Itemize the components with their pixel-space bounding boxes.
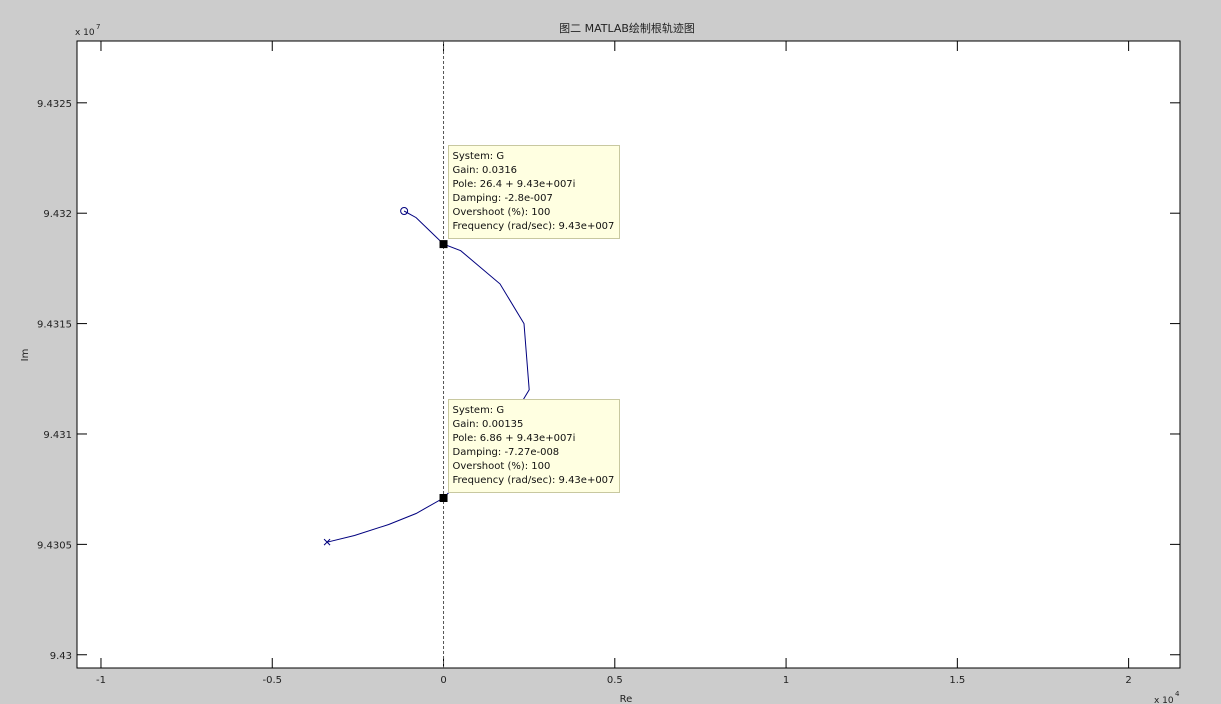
- x-tick-label: 0: [440, 675, 446, 686]
- datatip-line: System: G: [452, 151, 505, 163]
- datatip-line: Gain: 0.00135: [452, 419, 524, 430]
- datatip-marker[interactable]: [439, 240, 448, 249]
- x-tick-label: 0.5: [607, 675, 623, 686]
- datatip-line: System: G: [452, 405, 505, 416]
- x-axis-exponent: 4: [1175, 690, 1180, 698]
- datatip-line: Damping: -2.8e-007: [452, 193, 553, 205]
- datatip-line: Pole: 6.86 + 9.43e+007i: [452, 433, 576, 444]
- root-locus-figure: -1 -0.5 0 0.5 1 1.5 2 9.43 9.4305 9.431 9.4315 9.4…: [20, 21, 1181, 704]
- datatip-line: Damping: -7.27e-008: [452, 447, 560, 458]
- y-tick-label: 9.4315: [37, 320, 72, 331]
- plot-area: [76, 40, 1181, 669]
- datatip-marker[interactable]: [439, 494, 448, 503]
- datatip-line: Frequency (rad/sec): 9.43e+007: [452, 221, 615, 233]
- y-tick-label: 9.431: [43, 430, 72, 441]
- datatip-box[interactable]: System: G Gain: 0.0316 Pole: 26.4 + 9.43e+…: [447, 145, 621, 240]
- y-axis-multiplier: x 10: [75, 28, 95, 38]
- y-tick-label: 9.43: [50, 651, 72, 662]
- x-tick-label: -1: [96, 675, 106, 686]
- datatip-line: Overshoot (%): 100: [452, 461, 551, 472]
- x-tick-label: 2: [1125, 675, 1131, 686]
- datatip-line: Gain: 0.0316: [452, 165, 518, 177]
- x-tick-label: 1: [783, 675, 789, 686]
- chart-title: 图二 MATLAB绘制根轨迹图: [559, 21, 695, 35]
- datatip-box[interactable]: System: G Gain: 0.00135 Pole: 6.86 + 9.43e…: [447, 399, 621, 493]
- datatip-line: Overshoot (%): 100: [452, 207, 551, 219]
- x-tick-label: -0.5: [262, 675, 282, 686]
- datatip-line: Pole: 26.4 + 9.43e+007i: [452, 179, 576, 191]
- x-axis-multiplier: x 10: [1154, 696, 1174, 704]
- y-tick-label: 9.432: [43, 209, 72, 220]
- x-axis-label: Re: [620, 694, 633, 704]
- y-tick-label: 9.4325: [37, 99, 72, 110]
- y-axis-label: Im: [20, 349, 31, 362]
- y-axis-exponent: 7: [96, 23, 100, 31]
- x-tick-label: 1.5: [949, 675, 965, 686]
- y-tick-label: 9.4305: [37, 540, 72, 551]
- datatip-line: Frequency (rad/sec): 9.43e+007: [452, 475, 615, 486]
